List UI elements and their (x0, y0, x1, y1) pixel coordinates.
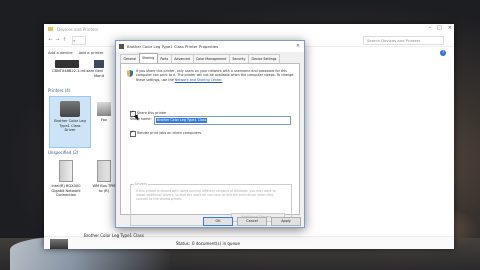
search-input[interactable]: Search Devices and Printers (363, 36, 444, 45)
toolbar-add-printer[interactable]: Add a printer (79, 50, 104, 55)
keyboard-icon (55, 60, 79, 68)
details-pane: Brother Color Leg Type1 Class Status: 0 … (44, 233, 454, 249)
printer-label: Brother Color Leg Type1 Class Driver (54, 119, 86, 132)
printers-section-header[interactable]: Printers (4) (48, 88, 70, 93)
server-icon (59, 160, 73, 182)
sharing-panel: If you share this printer, only users on… (120, 63, 300, 226)
tab-device-settings[interactable]: Device Settings (247, 54, 280, 63)
device-item[interactable]: Intel(R) RGX000 Gigabit Network Connecti… (49, 160, 83, 198)
monitor-icon (94, 60, 104, 68)
fax-icon (97, 102, 111, 116)
network-sharing-center-link[interactable]: Network and Sharing Center. (175, 78, 223, 82)
explorer-toolbar: Add a device Add a printer (44, 48, 104, 57)
printer-item[interactable]: Fax (94, 102, 114, 123)
apply-button[interactable]: Apply (271, 217, 301, 226)
maximize-button[interactable]: □ (437, 25, 442, 31)
device-item[interactable]: CBNTX48B22.1.mt.sam (52, 60, 95, 74)
printer-icon (60, 101, 80, 117)
device-label: WM Bus TPM to (R) (92, 184, 116, 193)
explorer-title: Devices and Printers (57, 26, 99, 32)
render-jobs-checkbox[interactable] (130, 130, 136, 137)
close-button[interactable]: × (448, 25, 452, 31)
dialog-tabs: General Sharing Ports Advanced Color Man… (120, 53, 280, 63)
device-label: CBNTX48B22.1.mt.sam (52, 69, 95, 73)
up-arrow-icon[interactable]: ↑ (61, 37, 68, 43)
sharing-info-text: If you share this printer, only users on… (136, 69, 294, 82)
back-arrow-icon[interactable]: ← (47, 37, 54, 43)
tab-general[interactable]: General (120, 54, 140, 63)
printer-label: Fax (100, 118, 108, 122)
device-label: Genl Monit (94, 69, 104, 78)
ok-button[interactable]: OK (203, 217, 233, 226)
dialog-title: Brother Color Leg Type1 Class Printer Pr… (127, 44, 219, 49)
printer-icon (119, 44, 124, 49)
server-icon (97, 160, 111, 182)
share-name-value: Brother Color Leg Type1 Class (156, 118, 208, 123)
help-icon[interactable]: ? (440, 50, 446, 56)
device-item[interactable]: Genl Monit (92, 60, 106, 78)
dialog-titlebar: Brother Color Leg Type1 Class Printer Pr… (116, 41, 304, 52)
forward-arrow-icon[interactable]: → (54, 37, 61, 43)
toolbar-add-device[interactable]: Add a device (48, 50, 73, 55)
address-bar[interactable]: « (72, 35, 86, 45)
drivers-title: Drivers (134, 182, 148, 186)
unspecified-section-header[interactable]: Unspecified (2) (48, 150, 78, 155)
share-printer-label: Share this printer (137, 111, 167, 115)
details-printer-name: Brother Color Leg Type1 Class (84, 233, 144, 238)
details-status-value: 0 document(s) in queue (192, 241, 240, 246)
render-jobs-label: Render print jobs on client computers (137, 131, 202, 135)
minimize-button[interactable]: – (429, 25, 432, 31)
device-label: Intel(R) RGX000 Gigabit Network Connecti… (51, 184, 81, 197)
cancel-button[interactable]: Cancel (237, 217, 267, 226)
details-status-label: Status: (176, 241, 191, 246)
shield-icon (127, 70, 133, 77)
tab-color-management[interactable]: Color Management (192, 54, 230, 63)
printer-thumb-icon (50, 239, 68, 249)
tab-ports[interactable]: Ports (156, 54, 172, 63)
dialog-close-button[interactable]: × (294, 41, 302, 52)
tab-sharing[interactable]: Sharing (138, 53, 158, 63)
drivers-text: If this printer is shared with users run… (136, 189, 276, 202)
tab-advanced[interactable]: Advanced (170, 54, 194, 63)
folder-icon (48, 27, 53, 31)
explorer-titlebar: Devices and Printers – □ × (44, 24, 454, 34)
printer-item-selected[interactable]: Brother Color Leg Type1 Class Driver (49, 96, 91, 148)
share-name-label: Share name: (130, 117, 152, 121)
tab-security[interactable]: Security (228, 54, 249, 63)
share-name-input[interactable]: Brother Color Leg Type1 Class (154, 116, 291, 125)
printer-properties-dialog: Brother Color Leg Type1 Class Printer Pr… (115, 40, 305, 228)
device-item[interactable]: WM Bus TPM to (R) (92, 160, 116, 193)
